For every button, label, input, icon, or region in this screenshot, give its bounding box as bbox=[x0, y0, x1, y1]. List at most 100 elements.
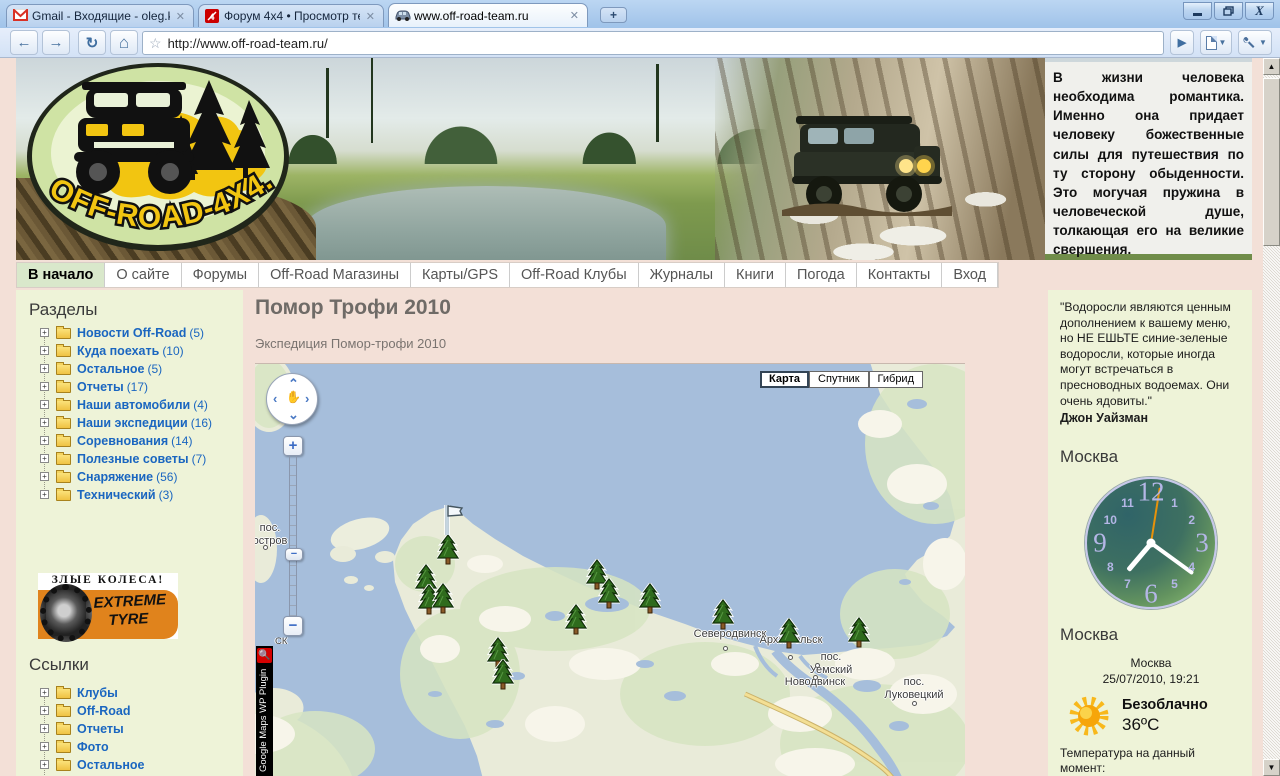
bookmark-star-icon[interactable]: ☆ bbox=[149, 35, 162, 52]
tab-forum[interactable]: 4 Форум 4x4 • Просмотр те... ✕ bbox=[198, 4, 384, 27]
reload-button[interactable]: ↻ bbox=[78, 30, 106, 55]
scroll-up-button[interactable]: ▲ bbox=[1263, 58, 1280, 75]
gmaps-plugin-banner[interactable]: 🔍 Google Maps WP Plugin bbox=[256, 646, 273, 776]
expand-icon[interactable]: + bbox=[40, 364, 49, 373]
sidebar-tree-item[interactable]: +Полезные советы(7) bbox=[16, 450, 243, 468]
nav-item[interactable]: Вход bbox=[942, 263, 998, 287]
sidebar-tree-item[interactable]: +Отчеты(17) bbox=[16, 378, 243, 396]
tree-item-link[interactable]: Клубы bbox=[77, 686, 118, 700]
map-type-button[interactable]: Спутник bbox=[809, 371, 868, 388]
tree-marker[interactable] bbox=[848, 617, 870, 653]
tab-close-icon[interactable]: ✕ bbox=[364, 10, 377, 23]
sidebar-tree-item[interactable]: + Отчеты bbox=[16, 720, 243, 738]
sidebar-tree-item[interactable]: + Off-Road bbox=[16, 702, 243, 720]
tree-item-link[interactable]: Технический bbox=[77, 488, 156, 502]
expand-icon[interactable]: + bbox=[40, 742, 49, 751]
zoom-slider-track[interactable]: − bbox=[289, 456, 297, 616]
tab-close-icon[interactable]: ✕ bbox=[174, 10, 187, 23]
map-type-button[interactable]: Гибрид bbox=[869, 371, 923, 388]
nav-item[interactable]: Форумы bbox=[182, 263, 259, 287]
forward-button[interactable]: → bbox=[42, 30, 70, 55]
map-type-button[interactable]: Карта bbox=[760, 371, 809, 388]
tree-item-link[interactable]: Соревнования bbox=[77, 434, 168, 448]
page-menu-button[interactable]: ▼ bbox=[1200, 30, 1232, 55]
expand-icon[interactable]: + bbox=[40, 688, 49, 697]
sidebar-tree-item[interactable]: +Соревнования(14) bbox=[16, 432, 243, 450]
expand-icon[interactable]: + bbox=[40, 328, 49, 337]
sidebar-tree-item[interactable]: + Клубы bbox=[16, 684, 243, 702]
expand-icon[interactable]: + bbox=[40, 382, 49, 391]
tree-item-link[interactable]: Остальное bbox=[77, 362, 145, 376]
expand-icon[interactable]: + bbox=[40, 400, 49, 409]
tree-item-link[interactable]: Наши автомобили bbox=[77, 398, 190, 412]
expand-icon[interactable]: + bbox=[40, 760, 49, 769]
nav-item[interactable]: Off-Road Магазины bbox=[259, 263, 411, 287]
nav-item[interactable]: Контакты bbox=[857, 263, 943, 287]
nav-item[interactable]: Карты/GPS bbox=[411, 263, 510, 287]
zoom-out-button[interactable]: − bbox=[283, 616, 303, 636]
home-button[interactable]: ⌂ bbox=[110, 30, 138, 55]
back-button[interactable]: ← bbox=[10, 30, 38, 55]
tree-marker[interactable] bbox=[492, 659, 514, 695]
address-bar[interactable]: ☆ http://www.off-road-team.ru/ bbox=[142, 31, 1164, 55]
sidebar-tree-item[interactable]: +Куда поехать(10) bbox=[16, 342, 243, 360]
tree-marker[interactable] bbox=[565, 604, 587, 640]
expand-icon[interactable]: + bbox=[40, 706, 49, 715]
sidebar-tree-item[interactable]: +Новости Off-Road(5) bbox=[16, 324, 243, 342]
sidebar-tree-item[interactable]: +Наши автомобили(4) bbox=[16, 396, 243, 414]
minimize-button[interactable] bbox=[1183, 2, 1212, 20]
nav-item[interactable]: Журналы bbox=[639, 263, 725, 287]
sidebar-tree-item[interactable]: +Наши экспедиции(16) bbox=[16, 414, 243, 432]
go-button[interactable]: ▶ bbox=[1170, 30, 1194, 55]
scroll-down-button[interactable]: ▼ bbox=[1263, 759, 1280, 776]
tools-menu-button[interactable]: ▼ bbox=[1238, 30, 1272, 55]
tree-item-link[interactable]: Полезные советы bbox=[77, 452, 189, 466]
nav-item[interactable]: В начало bbox=[17, 263, 105, 287]
tab-offroad-active[interactable]: www.off-road-team.ru ✕ bbox=[388, 3, 588, 27]
sidebar-tree-item[interactable]: +Снаряжение(56) bbox=[16, 468, 243, 486]
tree-item-link[interactable]: Off-Road bbox=[77, 704, 130, 718]
nav-item[interactable]: Книги bbox=[725, 263, 786, 287]
expand-icon[interactable]: + bbox=[40, 418, 49, 427]
flag-marker[interactable] bbox=[441, 503, 467, 542]
tree-item-link[interactable]: Фото bbox=[77, 740, 109, 754]
close-button[interactable]: X bbox=[1245, 2, 1274, 20]
expand-icon[interactable]: + bbox=[40, 454, 49, 463]
sidebar-tree-item[interactable]: +Технический(3) bbox=[16, 486, 243, 504]
nav-item[interactable]: Погода bbox=[786, 263, 857, 287]
tab-close-icon[interactable]: ✕ bbox=[568, 9, 581, 22]
site-logo[interactable]: OFF-ROAD-4X4.RU bbox=[24, 60, 292, 260]
tab-gmail[interactable]: Gmail - Входящие - oleg.ki... ✕ bbox=[6, 4, 194, 27]
tree-marker[interactable] bbox=[639, 583, 661, 619]
new-tab-button[interactable]: + bbox=[600, 7, 627, 23]
tree-marker[interactable] bbox=[712, 599, 734, 635]
scrollbar-thumb[interactable] bbox=[1263, 78, 1280, 246]
tree-marker[interactable] bbox=[432, 583, 454, 619]
tree-item-link[interactable]: Новости Off-Road bbox=[77, 326, 186, 340]
sidebar-tree-item[interactable]: + Остальное bbox=[16, 756, 243, 774]
expand-icon[interactable]: + bbox=[40, 346, 49, 355]
page-scrollbar[interactable]: ▲ ▼ bbox=[1263, 58, 1280, 776]
nav-item[interactable]: Off-Road Клубы bbox=[510, 263, 639, 287]
tree-item-link[interactable]: Снаряжение bbox=[77, 470, 153, 484]
sidebar-tree-item[interactable]: +Остальное(5) bbox=[16, 360, 243, 378]
tree-marker[interactable] bbox=[778, 618, 800, 654]
restore-button[interactable] bbox=[1214, 2, 1243, 20]
tree-item-link[interactable]: Отчеты bbox=[77, 722, 124, 736]
expand-icon[interactable]: + bbox=[40, 436, 49, 445]
google-map[interactable]: ⌃ ⌄ ‹ › ✋ + − − КартаСпутникГибрид 🔍 Goo… bbox=[255, 363, 965, 776]
zoom-in-button[interactable]: + bbox=[283, 436, 303, 456]
expand-icon[interactable]: + bbox=[40, 490, 49, 499]
zoom-slider-thumb[interactable]: − bbox=[285, 548, 303, 561]
nav-item[interactable]: О сайте bbox=[105, 263, 181, 287]
extreme-tyre-banner[interactable]: ЗЛЫЕ КОЛЕСА! EXTREMETYRE bbox=[38, 573, 178, 639]
tree-item-link[interactable]: Наши экспедиции bbox=[77, 416, 188, 430]
expand-icon[interactable]: + bbox=[40, 472, 49, 481]
map-pan-control[interactable]: ⌃ ⌄ ‹ › ✋ bbox=[266, 373, 318, 425]
tree-marker[interactable] bbox=[598, 578, 620, 614]
expand-icon[interactable]: + bbox=[40, 724, 49, 733]
tree-item-link[interactable]: Отчеты bbox=[77, 380, 124, 394]
tree-item-link[interactable]: Остальное bbox=[77, 758, 145, 772]
tree-item-link[interactable]: Куда поехать bbox=[77, 344, 159, 358]
sidebar-tree-item[interactable]: + Фото bbox=[16, 738, 243, 756]
